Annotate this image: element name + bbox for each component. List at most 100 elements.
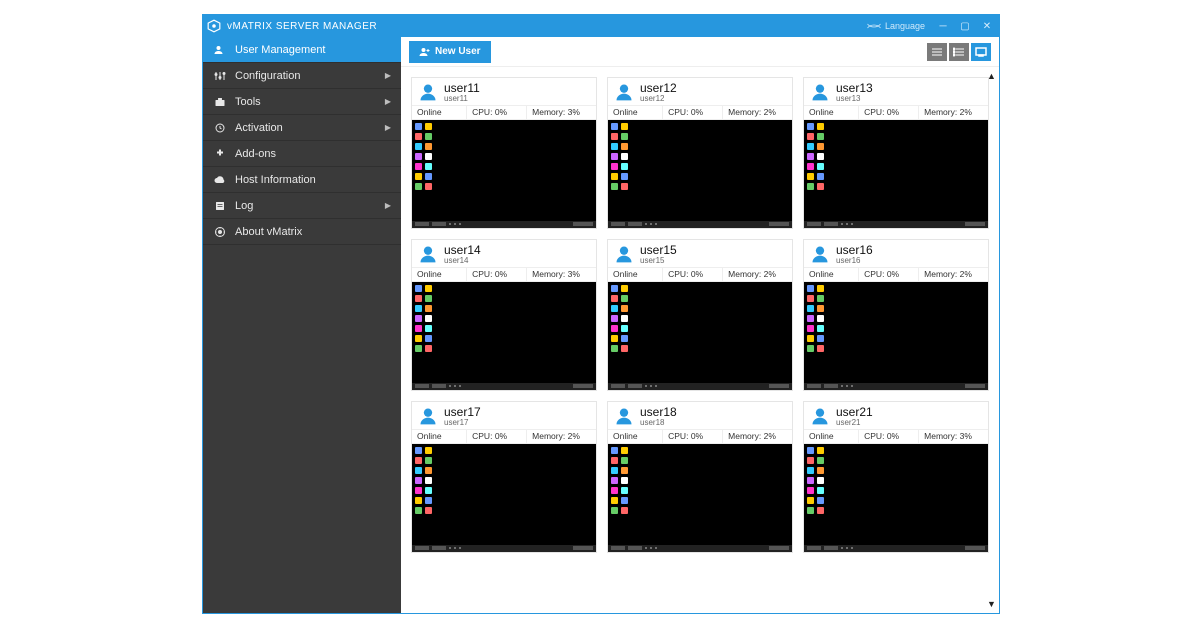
user-card[interactable]: user15 user15 Online CPU: 0% Memory: 2%: [607, 239, 793, 391]
user-status: Online: [804, 430, 858, 443]
user-subname: user12: [640, 95, 677, 103]
user-memory: Memory: 3%: [526, 268, 596, 281]
user-desktop-thumbnail[interactable]: [608, 120, 792, 228]
user-desktop-thumbnail[interactable]: [608, 444, 792, 552]
sidebar: User Management Configuration ▶ Tools ▶ …: [203, 37, 401, 613]
toolbar: New User: [401, 37, 999, 67]
sidebar-item-label: Log: [235, 200, 253, 212]
scroll-down-button[interactable]: ▼: [987, 599, 997, 609]
user-cpu: CPU: 0%: [662, 268, 722, 281]
chevron-right-icon: ▶: [385, 123, 391, 132]
user-name: user11: [444, 82, 480, 95]
user-memory: Memory: 2%: [918, 106, 988, 119]
maximize-button[interactable]: ▢: [957, 18, 973, 34]
cloud-icon: [213, 174, 227, 186]
user-card[interactable]: user11 user11 Online CPU: 0% Memory: 3%: [411, 77, 597, 229]
sidebar-item-host-information[interactable]: Host Information: [203, 167, 401, 193]
user-name: user15: [640, 244, 677, 257]
user-avatar-icon: [418, 82, 438, 102]
scroll-up-button[interactable]: ▲: [987, 71, 997, 81]
user-card[interactable]: user21 user21 Online CPU: 0% Memory: 3%: [803, 401, 989, 553]
close-button[interactable]: ✕: [979, 18, 995, 34]
user-name: user21: [836, 406, 873, 419]
chevron-right-icon: ▶: [385, 201, 391, 210]
sidebar-item-activation[interactable]: Activation ▶: [203, 115, 401, 141]
user-desktop-thumbnail[interactable]: [412, 282, 596, 390]
user-subname: user13: [836, 95, 873, 103]
app-logo-icon: [207, 19, 221, 33]
sidebar-item-label: Add-ons: [235, 148, 276, 160]
user-avatar-icon: [614, 406, 634, 426]
user-subname: user14: [444, 257, 481, 265]
user-status: Online: [804, 268, 858, 281]
user-subname: user15: [640, 257, 677, 265]
user-avatar-icon: [614, 82, 634, 102]
user-desktop-thumbnail[interactable]: [412, 120, 596, 228]
user-card[interactable]: user13 user13 Online CPU: 0% Memory: 2%: [803, 77, 989, 229]
user-card-grid: user11 user11 Online CPU: 0% Memory: 3%: [401, 67, 999, 613]
view-list-button[interactable]: [949, 43, 969, 61]
user-memory: Memory: 2%: [722, 268, 792, 281]
sidebar-item-label: Host Information: [235, 174, 316, 186]
sidebar-item-configuration[interactable]: Configuration ▶: [203, 63, 401, 89]
user-subname: user21: [836, 419, 873, 427]
user-desktop-thumbnail[interactable]: [608, 282, 792, 390]
user-desktop-thumbnail[interactable]: [804, 282, 988, 390]
user-card[interactable]: user17 user17 Online CPU: 0% Memory: 2%: [411, 401, 597, 553]
user-name: user18: [640, 406, 677, 419]
chevron-right-icon: ▶: [385, 71, 391, 80]
sidebar-item-user-management[interactable]: User Management: [203, 37, 401, 63]
user-memory: Memory: 2%: [918, 268, 988, 281]
app-window: vMATRIX SERVER MANAGER Language ─ ▢ ✕ Us…: [202, 14, 1000, 614]
user-avatar-icon: [810, 406, 830, 426]
user-cpu: CPU: 0%: [466, 268, 526, 281]
sidebar-item-label: Tools: [235, 96, 261, 108]
user-cpu: CPU: 0%: [466, 430, 526, 443]
app-title: vMATRIX SERVER MANAGER: [227, 21, 377, 32]
user-desktop-thumbnail[interactable]: [412, 444, 596, 552]
user-status: Online: [412, 430, 466, 443]
toolbox-icon: [213, 96, 227, 108]
user-cpu: CPU: 0%: [858, 430, 918, 443]
user-memory: Memory: 3%: [918, 430, 988, 443]
sidebar-item-log[interactable]: Log ▶: [203, 193, 401, 219]
user-cpu: CPU: 0%: [466, 106, 526, 119]
new-user-button[interactable]: New User: [409, 41, 491, 63]
user-memory: Memory: 3%: [526, 106, 596, 119]
user-desktop-thumbnail[interactable]: [804, 120, 988, 228]
language-button[interactable]: Language: [866, 21, 929, 32]
user-memory: Memory: 2%: [526, 430, 596, 443]
user-avatar-icon: [614, 244, 634, 264]
user-avatar-icon: [418, 406, 438, 426]
sidebar-item-about[interactable]: About vMatrix: [203, 219, 401, 245]
view-toggle: [927, 43, 991, 61]
about-icon: [213, 226, 227, 238]
user-name: user12: [640, 82, 677, 95]
user-card[interactable]: user18 user18 Online CPU: 0% Memory: 2%: [607, 401, 793, 553]
view-grid-button[interactable]: [971, 43, 991, 61]
view-list-compact-button[interactable]: [927, 43, 947, 61]
users-icon: [213, 44, 227, 56]
user-cpu: CPU: 0%: [858, 268, 918, 281]
user-card[interactable]: user14 user14 Online CPU: 0% Memory: 3%: [411, 239, 597, 391]
user-card[interactable]: user12 user12 Online CPU: 0% Memory: 2%: [607, 77, 793, 229]
sidebar-item-label: Activation: [235, 122, 283, 134]
new-user-label: New User: [435, 46, 481, 57]
chevron-right-icon: ▶: [385, 97, 391, 106]
sidebar-item-addons[interactable]: Add-ons: [203, 141, 401, 167]
language-label: Language: [885, 21, 925, 31]
user-desktop-thumbnail[interactable]: [804, 444, 988, 552]
user-avatar-icon: [810, 244, 830, 264]
user-memory: Memory: 2%: [722, 106, 792, 119]
sliders-icon: [213, 70, 227, 82]
activation-icon: [213, 122, 227, 134]
user-subname: user17: [444, 419, 481, 427]
titlebar: vMATRIX SERVER MANAGER Language ─ ▢ ✕: [203, 15, 999, 37]
sidebar-item-tools[interactable]: Tools ▶: [203, 89, 401, 115]
user-cpu: CPU: 0%: [662, 106, 722, 119]
user-cpu: CPU: 0%: [858, 106, 918, 119]
user-memory: Memory: 2%: [722, 430, 792, 443]
user-card[interactable]: user16 user16 Online CPU: 0% Memory: 2%: [803, 239, 989, 391]
minimize-button[interactable]: ─: [935, 18, 951, 34]
user-name: user13: [836, 82, 873, 95]
